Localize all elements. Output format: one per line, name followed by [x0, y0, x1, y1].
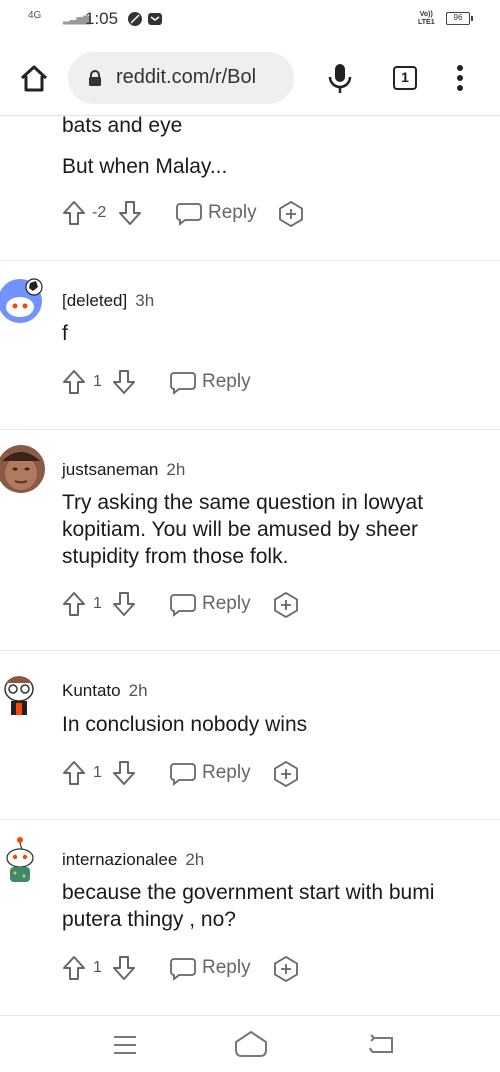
comment-time: 2h [128, 681, 148, 700]
award-plus-icon[interactable] [273, 956, 299, 982]
reply-label: Reply [208, 202, 257, 223]
speech-bubble-icon [170, 958, 196, 981]
upvote-arrow-icon[interactable] [62, 369, 86, 395]
message-icon [148, 13, 162, 25]
award-plus-icon[interactable] [273, 761, 299, 787]
comment-actions: 1 Reply [62, 760, 362, 788]
comment-item: justsaneman 2h Try asking the same questi… [0, 430, 500, 651]
avatar[interactable] [0, 834, 46, 884]
upvote-arrow-icon[interactable] [62, 955, 86, 981]
upvote-arrow-icon[interactable] [62, 200, 86, 226]
comment-body-line: bats and eye [62, 116, 183, 137]
downvote-arrow-icon[interactable] [112, 369, 136, 395]
comment-body: Try asking the same question in lowyat k… [62, 491, 424, 568]
comment-actions: 1 Reply [62, 955, 362, 983]
comment-body: In conclusion nobody wins [62, 713, 308, 736]
comment-time: 3h [135, 291, 155, 310]
comment-item: Kuntato 2h In conclusion nobody wins 1 Re… [0, 651, 500, 820]
comment-author[interactable]: internazionalee [62, 850, 177, 869]
menu-icon[interactable] [112, 1034, 138, 1056]
reply-label: Reply [202, 593, 251, 614]
downvote-arrow-icon[interactable] [112, 591, 136, 617]
avatar[interactable] [0, 665, 46, 715]
comment-author[interactable]: [deleted] [62, 291, 127, 310]
avatar[interactable] [0, 275, 46, 325]
upvote-arrow-icon[interactable] [62, 591, 86, 617]
status-bar: 4G ▂▃▅▆ 1:05 Vo)) LTE1 96 [0, 0, 500, 40]
network-indicator: 4G [28, 10, 42, 21]
vote-score: 1 [93, 595, 102, 612]
reply-button[interactable]: Reply [170, 760, 280, 788]
home-icon[interactable] [18, 62, 50, 94]
browser-toolbar: reddit.com/r/Bol 1 [0, 40, 500, 116]
comment-actions: -2 Reply [62, 200, 362, 228]
comment-time: 2h [166, 460, 186, 479]
speech-bubble-icon [176, 203, 202, 226]
vote-score: 1 [93, 959, 102, 976]
downvote-arrow-icon[interactable] [118, 200, 142, 226]
vote-score: 1 [93, 373, 102, 390]
comment-body-line: But when Malay... [62, 155, 228, 178]
home-outline-icon[interactable] [234, 1030, 268, 1058]
reply-button[interactable]: Reply [176, 200, 286, 228]
volte-indicator: Vo)) LTE1 [418, 11, 435, 26]
speech-bubble-icon [170, 594, 196, 617]
comment-author[interactable]: justsaneman [62, 460, 158, 479]
speech-bubble-icon [170, 763, 196, 786]
clock: 1:05 [85, 9, 119, 28]
reply-button[interactable]: Reply [170, 955, 280, 983]
award-plus-icon[interactable] [278, 201, 304, 227]
tab-switcher-button[interactable]: 1 [393, 66, 417, 90]
comment-item: bats and eye But when Malay... -2 Reply [0, 116, 500, 261]
reply-label: Reply [202, 371, 251, 392]
comment-item: internazionalee 2h because the government… [0, 820, 500, 1015]
downvote-arrow-icon[interactable] [112, 955, 136, 981]
comment-time: 2h [185, 850, 205, 869]
upvote-arrow-icon[interactable] [62, 760, 86, 786]
microphone-icon[interactable] [326, 62, 354, 94]
comment-meta: internazionalee 2h [62, 850, 204, 870]
comment-meta: Kuntato 2h [62, 681, 148, 701]
comment-author[interactable]: Kuntato [62, 681, 121, 700]
notification-leaf-icon [128, 12, 142, 26]
comment-body: because the government start with bumi p… [62, 881, 435, 931]
vote-score: -2 [92, 204, 107, 221]
downvote-arrow-icon[interactable] [112, 760, 136, 786]
reply-label: Reply [202, 957, 251, 978]
battery-indicator: 96 [446, 12, 473, 25]
comment-item: [deleted] 3h f 1 Reply [0, 261, 500, 430]
comment-actions: 1 Reply [62, 369, 362, 397]
avatar[interactable] [0, 443, 46, 493]
system-nav-bar [0, 1015, 500, 1072]
more-vert-icon[interactable] [453, 64, 467, 92]
address-bar[interactable]: reddit.com/r/Bol [68, 52, 294, 104]
back-icon[interactable] [368, 1034, 394, 1056]
award-plus-icon[interactable] [273, 592, 299, 618]
vote-score: 1 [93, 764, 102, 781]
comment-body: f [62, 322, 68, 345]
reply-button[interactable]: Reply [170, 369, 280, 397]
speech-bubble-icon [170, 372, 196, 395]
comment-meta: [deleted] 3h [62, 291, 154, 311]
comment-actions: 1 Reply [62, 591, 362, 619]
reply-label: Reply [202, 762, 251, 783]
lock-icon [89, 70, 101, 86]
url-text: reddit.com/r/Bol [116, 66, 257, 88]
reply-button[interactable]: Reply [170, 591, 280, 619]
comment-meta: justsaneman 2h [62, 460, 185, 480]
